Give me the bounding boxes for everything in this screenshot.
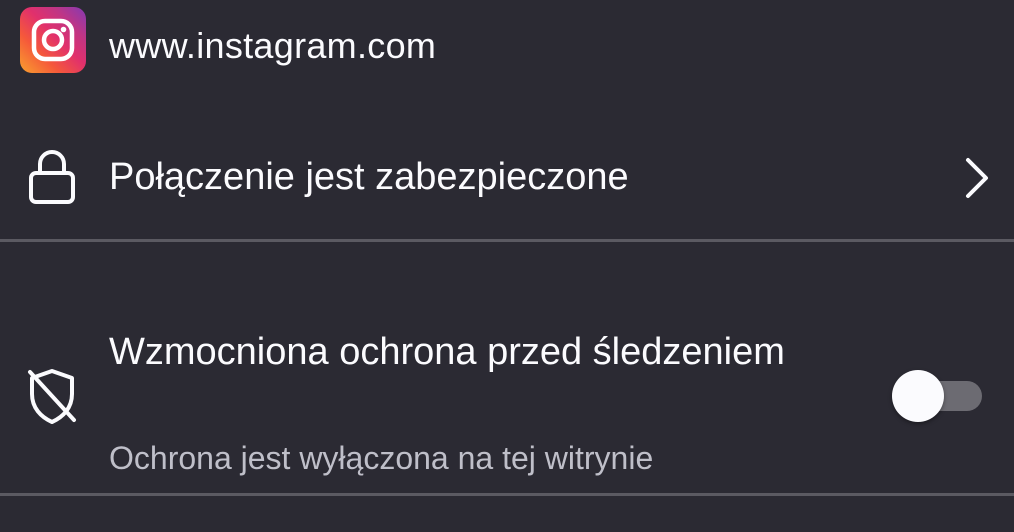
instagram-icon (20, 7, 86, 73)
connection-security-row[interactable]: Połączenie jest zabezpieczone (0, 118, 1014, 238)
tracking-protection-row: Wzmocniona ochrona przed śledzeniem Ochr… (0, 320, 1014, 490)
connection-status-label: Połączenie jest zabezpieczone (109, 156, 629, 198)
tracking-protection-toggle[interactable] (892, 370, 982, 422)
lock-icon (29, 150, 75, 204)
site-info-row: www.instagram.com (0, 0, 1014, 92)
chevron-right-icon (966, 158, 988, 198)
tracking-protection-status: Ochrona jest wyłączona na tej witrynie (109, 440, 654, 476)
divider (0, 493, 1014, 496)
tracking-protection-title: Wzmocniona ochrona przed śledzeniem (109, 331, 785, 373)
toggle-thumb (892, 370, 944, 422)
site-url: www.instagram.com (109, 25, 437, 66)
shield-off-icon (28, 369, 76, 424)
divider (0, 239, 1014, 242)
